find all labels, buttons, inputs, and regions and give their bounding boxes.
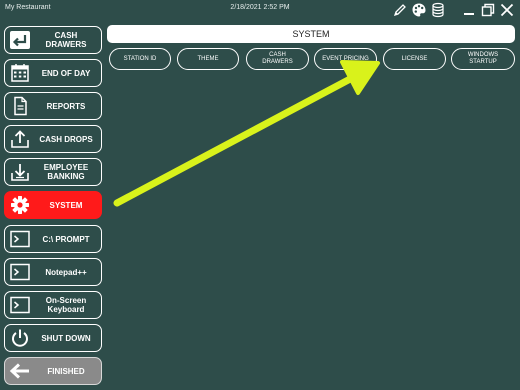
sidebar-item-label: REPORTS — [46, 101, 86, 111]
terminal-icon — [9, 295, 31, 315]
page-title: SYSTEM — [107, 25, 515, 43]
calendar-icon — [9, 63, 31, 83]
sidebar-item-c-prompt[interactable]: C:\ PROMPT — [4, 225, 102, 253]
sidebar-item-label: Notepad++ — [45, 267, 87, 277]
sidebar-item-label: SHUT DOWN — [41, 333, 91, 343]
sidebar-item-label: CASH DRAWERS — [45, 31, 87, 49]
terminal-icon — [9, 262, 31, 282]
document-icon — [9, 96, 31, 116]
tab-event-pricing[interactable]: EVENT PRICING — [314, 48, 377, 70]
minimize-icon[interactable] — [461, 2, 477, 18]
sidebar-item-reports[interactable]: REPORTS — [4, 92, 102, 120]
sidebar-item-label: FINISHED — [47, 366, 85, 376]
sidebar-item-shut-down[interactable]: SHUT DOWN — [4, 324, 102, 352]
sidebar-item-label: C:\ PROMPT — [42, 234, 90, 244]
arrow-left-icon — [9, 361, 31, 381]
cash-drawer-icon — [9, 30, 31, 50]
tab-cash-drawers[interactable]: CASH DRAWERS — [246, 48, 309, 70]
tab-windows-startup[interactable]: WINDOWS STARTUP — [451, 48, 515, 70]
pencil-icon[interactable] — [392, 2, 408, 18]
close-icon[interactable] — [499, 2, 515, 18]
sidebar-item-system[interactable]: SYSTEM — [4, 191, 102, 219]
terminal-icon — [9, 229, 31, 249]
upload-tray-icon — [9, 129, 31, 149]
finished-button[interactable]: FINISHED — [4, 357, 102, 385]
tab-license[interactable]: LICENSE — [383, 48, 446, 70]
gear-icon — [9, 195, 31, 215]
sidebar-item-cash-drawers[interactable]: CASH DRAWERS — [4, 26, 102, 54]
download-tray-icon — [9, 162, 31, 182]
title-bar: My Restaurant 2/18/2021 2:52 PM — [0, 0, 520, 20]
sidebar-item-on-screen-keyboard[interactable]: On-Screen Keyboard — [4, 291, 102, 319]
tab-station-id[interactable]: STATION ID — [109, 48, 171, 70]
restore-icon[interactable] — [480, 2, 496, 18]
sidebar-item-employee-banking[interactable]: EMPLOYEE BANKING — [4, 158, 102, 186]
sidebar-item-label: END OF DAY — [41, 68, 91, 78]
sidebar-item-end-of-day[interactable]: END OF DAY — [4, 59, 102, 87]
power-icon — [9, 328, 31, 348]
sidebar-item-cash-drops[interactable]: CASH DROPS — [4, 125, 102, 153]
sidebar-item-label: On-Screen Keyboard — [45, 296, 87, 314]
sidebar-item-label: SYSTEM — [49, 200, 83, 210]
sidebar-item-notepad[interactable]: Notepad++ — [4, 258, 102, 286]
database-icon[interactable] — [430, 2, 446, 18]
sidebar-item-label: EMPLOYEE BANKING — [43, 163, 89, 181]
tab-theme[interactable]: THEME — [177, 48, 239, 70]
sidebar-item-label: CASH DROPS — [39, 134, 93, 144]
palette-icon[interactable] — [411, 2, 427, 18]
